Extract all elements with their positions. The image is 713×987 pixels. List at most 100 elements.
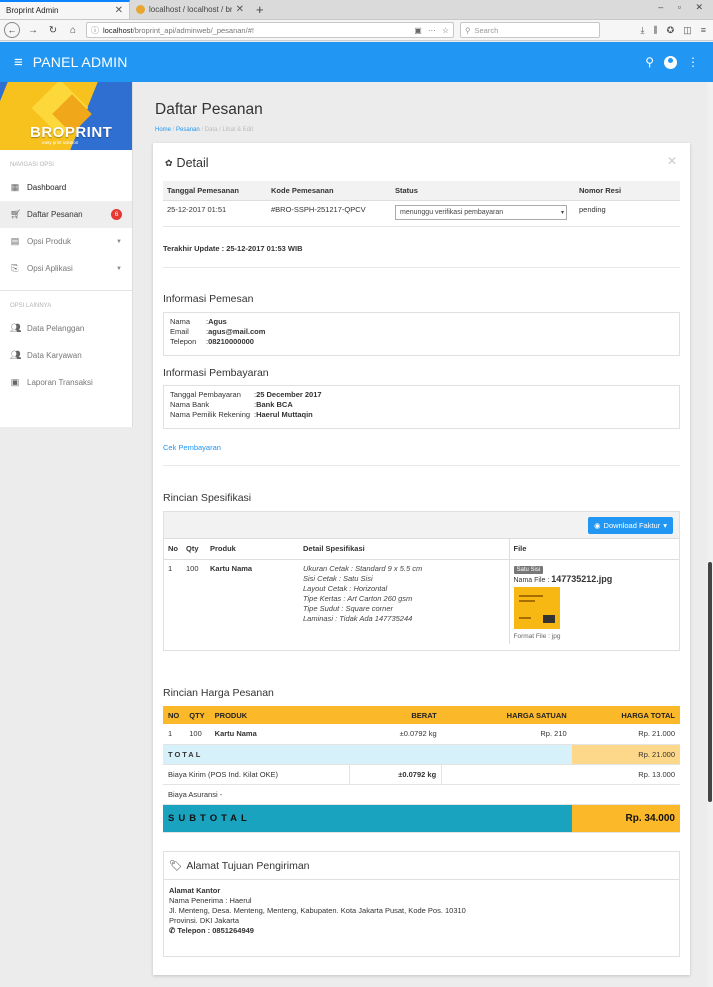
column-header: HARGA SATUAN [441, 706, 572, 724]
divider [163, 267, 680, 268]
spec-no: 1 [168, 563, 173, 573]
forward-arrow-icon[interactable]: → [26, 25, 40, 36]
spec-line: Sisi Cetak : Satu Sisi [303, 573, 373, 583]
home-icon[interactable]: ⌂ [66, 25, 80, 36]
price-table: NO QTY PRODUK BERAT HARGA SATUAN HARGA T… [163, 706, 680, 833]
table-row: 1 100 Kartu Nama Ukuran Cetak : Standard… [164, 559, 679, 644]
app-header: ≡ PANEL ADMIN ⚲ ⋮ [0, 42, 713, 82]
page-scrollbar[interactable] [707, 82, 713, 987]
search-icon[interactable]: ⚲ [645, 55, 654, 69]
file-format: Format File : jpg [513, 632, 561, 640]
address-type: Alamat Kantor [169, 886, 221, 895]
back-arrow-icon[interactable]: ← [4, 22, 20, 38]
favicon-icon [136, 5, 145, 14]
hamburger-icon[interactable]: ≡ [14, 54, 23, 71]
browser-tab-title: Broprint Admin [6, 6, 59, 15]
download-invoice-button[interactable]: ◉ Download Faktur ▾ [587, 517, 673, 534]
download-icon: ◉ [593, 521, 601, 530]
more-vert-icon[interactable]: ⋮ [687, 55, 699, 69]
column-header: No [164, 539, 182, 560]
status-value: menunggu verifikasi pembayaran [400, 208, 504, 216]
sidebar-item-data-karyawan[interactable]: 👥︎ Data Karyawan [0, 342, 132, 369]
page-actions-icon[interactable]: ··· [428, 26, 436, 35]
brand-banner: BROPRINT easy print solution [0, 82, 132, 150]
column-header: Produk [206, 539, 299, 560]
url-path: /broprint_api/adminweb/_pesanan/#! [132, 25, 254, 35]
sidebar-section-title-2: OPSI LAINNYA [10, 303, 52, 309]
customer-info-box: Nama: Agus Email: agus@mail.com Telepon:08… [163, 312, 680, 356]
sidebar-item-data-pelanggan[interactable]: 👥︎ Data Pelanggan [0, 315, 132, 342]
select-arrow-icon: ▾ [560, 209, 564, 216]
file-thumbnail[interactable] [513, 586, 560, 629]
browser-tab-inactive[interactable]: localhost / localhost / bropri ✕ [130, 0, 250, 19]
close-icon[interactable]: ✕ [236, 4, 244, 15]
breadcrumb: Home / Pesanan / Data / Lihat & Edit [155, 127, 254, 133]
sidebar-item-laporan-transaksi[interactable]: ▣ Laporan Transaksi [0, 369, 132, 396]
search-placeholder: Search [474, 25, 499, 35]
info-icon[interactable]: ⓘ [91, 25, 99, 36]
reload-icon[interactable]: ↻ [46, 25, 60, 36]
window-controls[interactable]: – ▫ ✕ [658, 2, 709, 13]
shipping-row: Biaya Kirim (POS Ind. Kilat OKE) ±0.0792… [163, 764, 680, 785]
divider [163, 465, 680, 466]
sidebar-item-label: Dashboard [27, 183, 67, 192]
recipient-phone: Telepon : 0851264949 [177, 926, 254, 935]
browser-search-input[interactable]: ⚲ Search [460, 22, 600, 38]
spec-line: Layout Cetak : Horizontal [303, 583, 388, 593]
column-header: BERAT [349, 706, 442, 724]
account-icon[interactable] [664, 55, 677, 69]
menu-icon[interactable]: ≡ [701, 25, 706, 36]
close-icon[interactable]: ✕ [115, 5, 123, 16]
price-total: Rp. 21.000 [571, 724, 680, 745]
specification-box: ◉ Download Faktur ▾ No Qty Produk Detail… [163, 511, 680, 651]
column-header: File [509, 539, 679, 560]
table-row: 25-12-2017 01:51 #BRO-SSPH-251217-QPCV m… [163, 200, 680, 227]
breadcrumb-home[interactable]: Home [155, 127, 171, 133]
status-select[interactable]: menunggu verifikasi pembayaran ▾ [395, 204, 567, 220]
sidebar: BROPRINT easy print solution NAVIGASI OP… [0, 82, 133, 427]
product-icon: ▤ [10, 236, 20, 246]
url-bar[interactable]: ⓘ localhost/broprint_api/adminweb/_pesan… [86, 22, 454, 38]
bookmark-star-icon[interactable]: ☆ [442, 26, 449, 35]
customer-phone: 08210000000 [208, 337, 254, 346]
payment-date: 25 December 2017 [256, 390, 322, 399]
notification-badge: 6 [111, 209, 122, 220]
column-header: Kode Pemesanan [267, 181, 391, 201]
sidebar-item-opsi-produk[interactable]: ▤ Opsi Produk ▼ [0, 228, 132, 255]
breadcrumb-pesanan[interactable]: Pesanan [176, 127, 200, 133]
download-icon[interactable]: ⤓ [641, 25, 645, 36]
sidebar-item-dashboard[interactable]: ▦ Dashboard [0, 174, 132, 201]
browser-toolbar: ← → ↻ ⌂ ⓘ localhost/broprint_api/adminwe… [0, 20, 713, 41]
sidebar-item-opsi-aplikasi[interactable]: ⎘ Opsi Aplikasi ▼ [0, 255, 132, 282]
scrollbar-thumb[interactable] [708, 562, 712, 802]
spec-table: No Qty Produk Detail Spesifikasi File 1 … [164, 539, 679, 644]
address-title: Alamat Tujuan Pengiriman [186, 859, 310, 872]
library-icon[interactable]: ⫼ [654, 25, 658, 36]
last-update: Terakhir Update : 25-12-2017 01:53 WIB [163, 244, 303, 253]
browser-tab-active[interactable]: Broprint Admin ✕ [0, 0, 130, 19]
sidebar-section-title: NAVIGASI OPSI [10, 162, 54, 168]
check-payment-link[interactable]: Cek Pembayaran [163, 443, 221, 452]
column-header: Qty [182, 539, 206, 560]
new-tab-icon[interactable]: + [250, 0, 270, 19]
spec-product: Kartu Nama [210, 563, 253, 573]
spec-qty: 100 [186, 563, 199, 573]
column-header: Status [391, 181, 575, 201]
spec-line: Tipe Kertas : Art Carton 260 gsm [303, 593, 413, 603]
sidebar-toggle-icon[interactable]: ◫ [683, 25, 692, 36]
order-date: 25-12-2017 01:51 [163, 200, 267, 227]
close-icon[interactable]: ✕ [667, 154, 677, 168]
sidebar-item-label: Data Pelanggan [27, 324, 85, 333]
section-title-pembayaran: Informasi Pembayaran [163, 367, 269, 379]
column-header: PRODUK [209, 706, 350, 724]
dashboard-icon: ▦ [10, 182, 20, 192]
total-value: Rp. 21.000 [571, 744, 680, 765]
column-header: Nomor Resi [575, 181, 680, 201]
reader-icon[interactable]: ▣ [414, 26, 422, 35]
shipping-cost: Rp. 13.000 [571, 764, 680, 785]
info-label: Telepon [170, 337, 197, 346]
extension-icon[interactable]: ✪ [667, 25, 675, 36]
province: Provinsi. DKI Jakarta [169, 916, 240, 925]
sidebar-item-daftar-pesanan[interactable]: 🛒︎ Daftar Pesanan 6 [0, 201, 132, 228]
price-product: Kartu Nama [209, 724, 350, 745]
